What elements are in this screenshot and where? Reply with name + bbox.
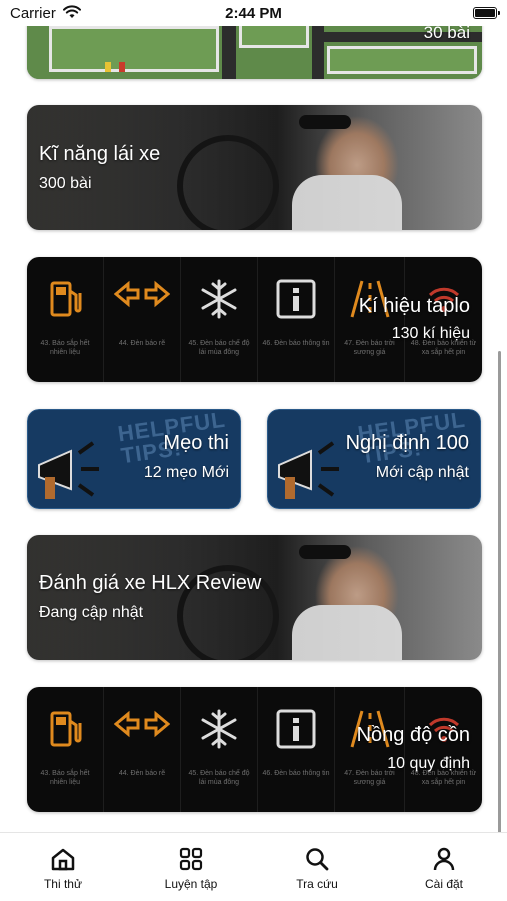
card-title: Nghị định 100 [345,432,469,454]
grid-icon [179,847,203,871]
map-road [222,26,236,79]
map-car [119,62,125,72]
card-title: Kí hiệu taplo [358,295,470,317]
tab-cai-dat[interactable]: Cài đặt [394,847,494,891]
tab-tra-cuu[interactable]: Tra cứu [267,847,367,891]
home-scroll-list[interactable]: 30 bài Kĩ năng lái xe 300 bài 43. Báo sắ… [0,26,507,832]
map-road [312,26,324,79]
card-title: Kĩ năng lái xe [39,143,161,165]
tab-label: Thi thử [43,877,83,891]
dash-caption: 44. Đèn báo rẽ [118,770,166,777]
tab-bar: Thi thử Luyện tập Tra cứu Cài đặt [0,832,507,901]
dash-caption: 45. Đèn báo chế độ lái mùa đông [188,340,250,356]
map-grass-block [327,46,477,74]
battery-icon [473,7,500,19]
fuel-icon [50,281,82,317]
dash-cell: 48. Đèn báo khiển từ xa sắp hết pin [405,687,482,812]
tab-luyen-tap[interactable]: Luyện tập [141,847,241,891]
card-subtitle: 300 bài [39,175,92,192]
fuel-icon [50,711,82,747]
turn-signal-icon [114,280,170,308]
dash-cell: 44. Đèn báo rẽ [104,257,181,382]
dash-cell: 43. Báo sắp hết nhiên liệu [27,687,104,812]
driving-skill-card[interactable]: Kĩ năng lái xe 300 bài [27,105,482,230]
car-review-card[interactable]: Đánh giá xe HLX Review Đang cập nhật [27,535,482,660]
dashboard-symbols-card[interactable]: 43. Báo sắp hết nhiên liệu 44. Đèn báo r… [27,257,482,382]
dash-cell: 47. Đèn báo trời sương giá [335,687,405,812]
dash-caption: 46. Đèn báo thông tin [262,770,330,777]
map-car [105,62,111,72]
dash-caption: 43. Báo sắp hết nhiên liệu [40,340,90,356]
status-time: 2:44 PM [225,5,282,22]
snowflake-icon [201,709,237,749]
card-title: Đánh giá xe HLX Review [39,572,262,594]
scroll-indicator[interactable] [498,351,501,832]
info-icon [276,279,316,319]
dash-cell: 44. Đèn báo rẽ [104,687,181,812]
dash-cell: 46. Đèn báo thông tin [258,687,335,812]
map-grass-block [239,26,309,48]
card-subtitle: 130 kí hiệu [391,325,470,342]
status-bar: Carrier 2:44 PM [0,0,507,26]
alcohol-card[interactable]: 43. Báo sắp hết nhiên liệu 44. Đèn báo r… [27,687,482,812]
dash-cell: 47. Đèn báo trời sương giá [335,257,405,382]
card-subtitle: Mới cập nhật [375,464,469,481]
tab-label: Tra cứu [296,877,338,891]
dash-cell: 45. Đèn báo chế độ lái mùa đông [181,687,258,812]
dash-caption: 43. Báo sắp hết nhiên liệu [40,770,90,786]
dash-caption: 46. Đèn báo thông tin [262,340,330,347]
dash-caption: 45. Đèn báo chế độ lái mùa đông [188,770,250,786]
map-grass-block [49,26,219,72]
info-icon [276,709,316,749]
dash-cell: 46. Đèn báo thông tin [258,257,335,382]
home-icon [51,848,75,871]
tab-label: Cài đặt [424,877,464,891]
search-icon [306,848,329,871]
card-title: Nồng độ cồn [356,724,470,746]
dash-cell: 43. Báo sắp hết nhiên liệu [27,257,104,382]
dash-cell: 45. Đèn báo chế độ lái mùa đông [181,257,258,382]
decree-100-card[interactable]: HELPFUL TIPS! Nghị định 100 Mới cập nhật [267,409,481,509]
snowflake-icon [201,279,237,319]
card-subtitle: 12 mẹo Mới [143,464,229,481]
map-lessons-count: 30 bài [423,26,470,42]
dash-cell: 48. Đèn báo khiển từ xa sắp hết pin [405,257,482,382]
tab-thi-thu[interactable]: Thi thử [13,847,113,891]
dash-caption: 44. Đèn báo rẽ [118,340,166,347]
megaphone-icon [38,441,99,499]
tab-label: Luyện tập [164,877,218,891]
card-subtitle: 10 quy định [387,755,470,772]
map-lessons-card[interactable]: 30 bài [27,26,482,79]
turn-signal-icon [114,710,170,738]
card-title: Mẹo thi [163,432,229,454]
exam-tips-card[interactable]: HELPFUL TIPS! Mẹo thi 12 mẹo Mới [27,409,241,509]
person-icon [433,847,455,871]
card-subtitle: Đang cập nhật [39,604,144,621]
